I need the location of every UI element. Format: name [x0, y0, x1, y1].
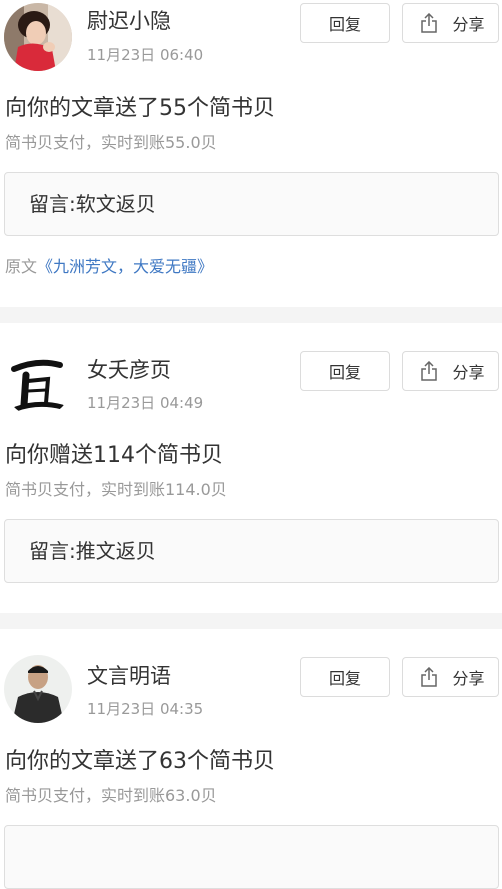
gift-headline: 向你的文章送了63个简书贝 — [5, 749, 275, 774]
message-box: 留言:软文返贝 — [4, 172, 499, 236]
message-text: 留言:推文返贝 — [29, 539, 156, 563]
source-article-link[interactable]: 《九洲芳文，大爱无疆》 — [37, 257, 213, 276]
share-icon — [420, 667, 438, 687]
source-prefix: 原文 — [5, 257, 38, 276]
share-icon — [420, 13, 438, 33]
message-box: 留言:推文返贝 — [4, 519, 499, 583]
reply-button[interactable]: 回复 — [300, 3, 390, 43]
username[interactable]: 文言明语 — [87, 662, 171, 690]
share-button[interactable]: 分享 — [402, 657, 499, 697]
card-separator — [0, 307, 502, 323]
username[interactable]: 女夭彦页 — [87, 356, 171, 384]
payment-info: 简书贝支付，实时到账114.0贝 — [5, 480, 227, 499]
avatar[interactable] — [4, 655, 72, 723]
reply-label: 回复 — [328, 363, 361, 382]
card-separator — [0, 613, 502, 629]
share-button[interactable]: 分享 — [402, 351, 499, 391]
avatar[interactable] — [4, 349, 72, 417]
payment-info: 简书贝支付，实时到账63.0贝 — [5, 786, 217, 805]
timestamp: 11月23日 04:35 — [87, 700, 204, 718]
timestamp: 11月23日 06:40 — [87, 46, 204, 64]
username[interactable]: 尉迟小隐 — [87, 7, 171, 35]
source-article: 原文《九洲芳文，大爱无疆》 — [5, 256, 213, 278]
share-icon — [420, 361, 438, 381]
reply-label: 回复 — [328, 669, 361, 688]
gift-headline: 向你赠送114个简书贝 — [5, 443, 223, 468]
share-label: 分享 — [452, 669, 485, 688]
message-box — [4, 825, 499, 889]
share-button[interactable]: 分享 — [402, 3, 499, 43]
notification-card: 文言明语 11月23日 04:35 回复 分享 向你的文章送了63个简书贝 简书… — [0, 629, 502, 889]
avatar[interactable] — [4, 3, 72, 71]
timestamp: 11月23日 04:49 — [87, 394, 204, 412]
notification-card: 女夭彦页 11月23日 04:49 回复 分享 向你赠送114个简书贝 简书贝支… — [0, 323, 502, 613]
payment-info: 简书贝支付，实时到账55.0贝 — [5, 133, 217, 152]
share-label: 分享 — [452, 15, 485, 34]
message-text: 留言:软文返贝 — [29, 192, 156, 216]
reply-label: 回复 — [328, 15, 361, 34]
notification-card: 尉迟小隐 11月23日 06:40 回复 分享 向你的文章送了55个简书贝 简书… — [0, 0, 502, 307]
share-label: 分享 — [452, 363, 485, 382]
gift-headline: 向你的文章送了55个简书贝 — [5, 96, 275, 121]
reply-button[interactable]: 回复 — [300, 657, 390, 697]
reply-button[interactable]: 回复 — [300, 351, 390, 391]
